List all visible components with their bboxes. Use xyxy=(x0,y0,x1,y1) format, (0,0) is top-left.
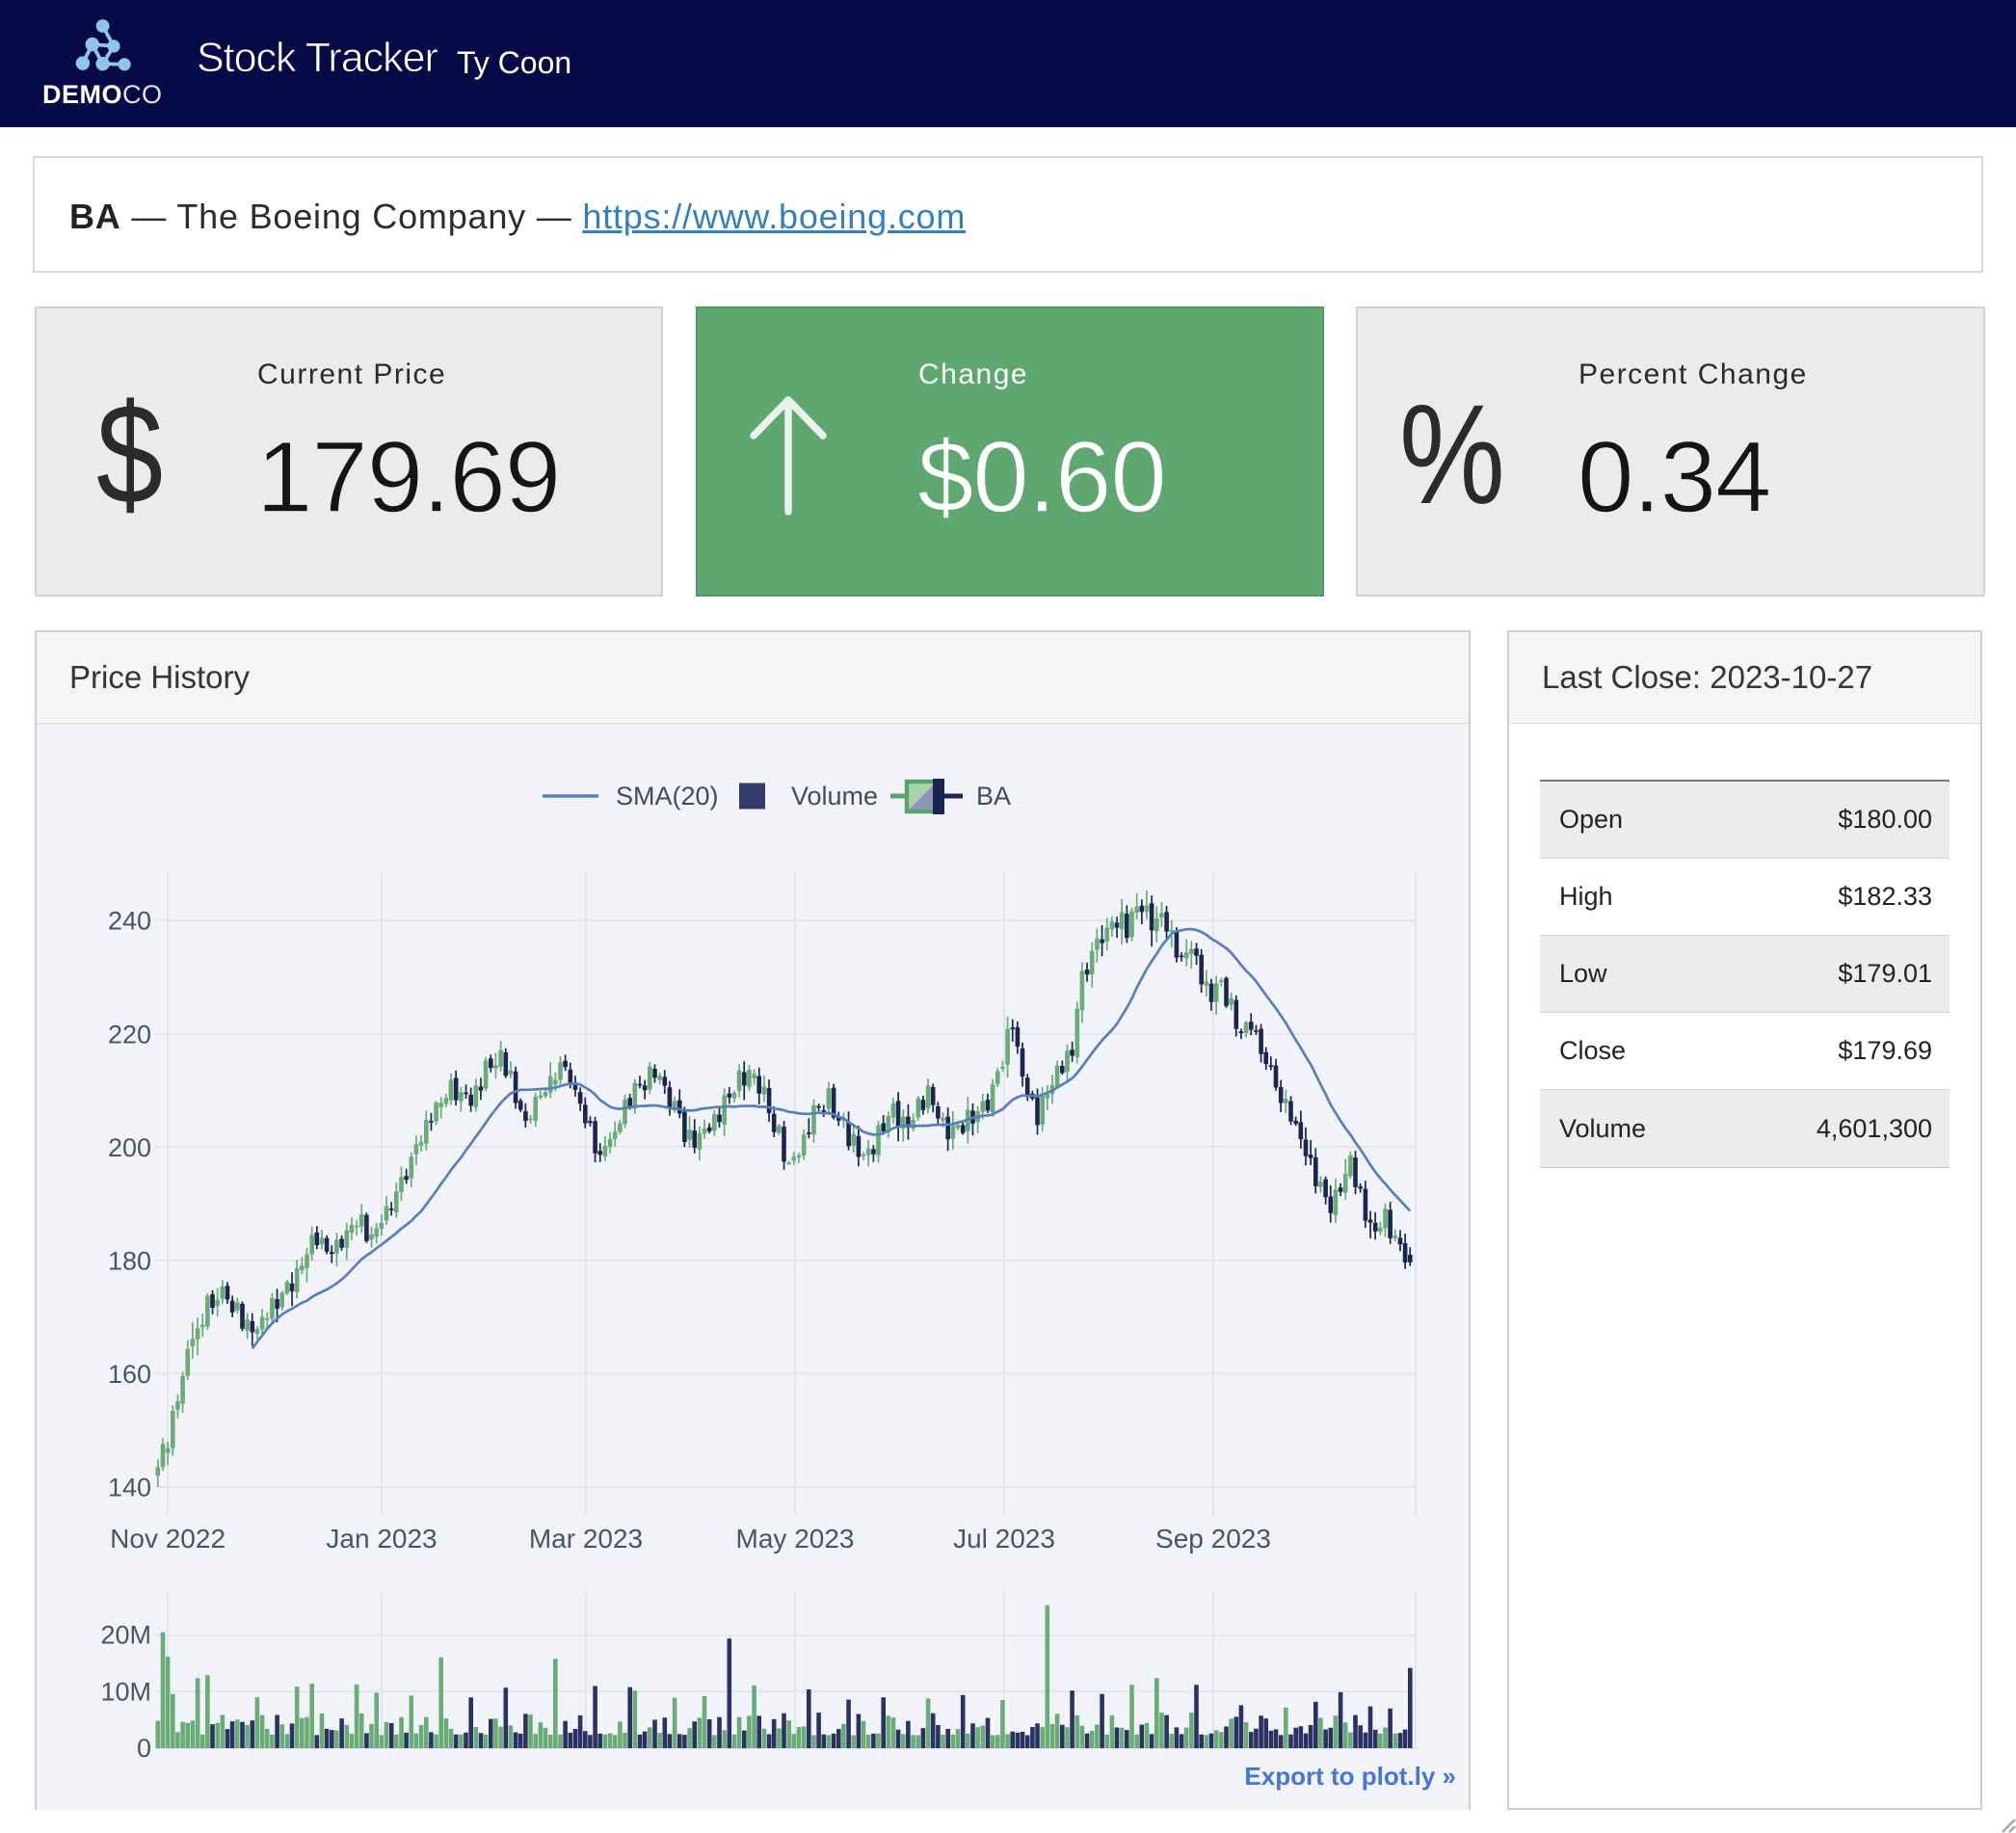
svg-text:Mar 2023: Mar 2023 xyxy=(529,1524,643,1554)
svg-text:Nov 2022: Nov 2022 xyxy=(110,1524,225,1554)
svg-text:160: 160 xyxy=(108,1360,151,1389)
svg-text:20M: 20M xyxy=(100,1621,151,1650)
svg-text:May 2023: May 2023 xyxy=(736,1524,855,1554)
svg-text:Jan 2023: Jan 2023 xyxy=(326,1524,437,1554)
svg-text:BA: BA xyxy=(976,782,1011,810)
svg-text:220: 220 xyxy=(108,1020,151,1049)
svg-text:10M: 10M xyxy=(100,1677,151,1706)
svg-text:SMA(20): SMA(20) xyxy=(616,782,719,810)
svg-text:140: 140 xyxy=(108,1474,151,1502)
svg-text:240: 240 xyxy=(108,907,151,936)
svg-text:Volume: Volume xyxy=(791,782,878,810)
svg-text:Jul 2023: Jul 2023 xyxy=(953,1524,1055,1554)
svg-text:Sep 2023: Sep 2023 xyxy=(1155,1524,1271,1554)
svg-text:0: 0 xyxy=(137,1734,151,1763)
svg-text:200: 200 xyxy=(108,1133,151,1162)
svg-text:180: 180 xyxy=(108,1246,151,1275)
